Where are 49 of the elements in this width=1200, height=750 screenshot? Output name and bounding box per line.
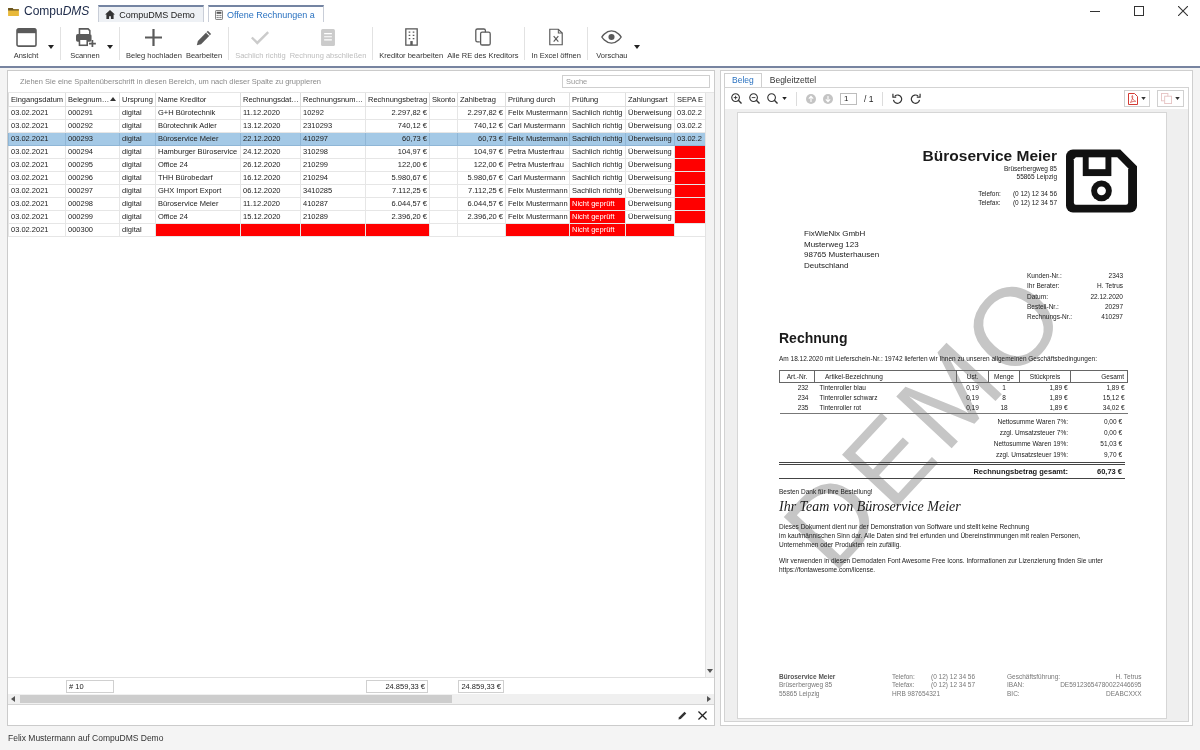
scroll-down-icon[interactable] — [707, 669, 713, 673]
home-icon — [105, 10, 116, 19]
eye-icon — [601, 30, 623, 44]
caret-icon — [1175, 97, 1180, 100]
scroll-left-icon[interactable] — [11, 696, 15, 702]
sort-ascending-icon — [110, 97, 116, 101]
spreadsheet-file-icon — [549, 28, 564, 46]
printer-icon — [74, 27, 96, 47]
document-tab[interactable]: Offene Rechnungen a — [207, 5, 324, 22]
document-icon — [321, 28, 335, 46]
close-icon[interactable] — [698, 710, 707, 720]
company-name: Büroservice Meier — [922, 147, 1057, 165]
building-icon — [404, 28, 418, 46]
pencil-icon[interactable] — [678, 710, 687, 720]
minimize-icon[interactable] — [1090, 10, 1100, 12]
horizontal-scrollbar[interactable] — [8, 694, 714, 704]
document-tab[interactable]: CompuDMS Demo — [98, 5, 204, 22]
app-title: CompuDMS — [24, 4, 90, 18]
recipient-address-line: 98765 Musterhausen — [804, 250, 880, 261]
page-count: / 1 — [864, 93, 874, 104]
copy-icon — [1161, 93, 1172, 104]
rotate-left-icon[interactable] — [892, 93, 904, 104]
folder-icon — [8, 7, 19, 16]
status-text: Felix Mustermann auf CompuDMS Demo — [8, 732, 164, 743]
file-icon — [1128, 92, 1138, 105]
recipient-address-line: Deutschland — [804, 260, 849, 271]
zoom-in-icon[interactable] — [731, 93, 742, 104]
page-number-field[interactable]: 1 — [840, 92, 857, 105]
copy-icon — [474, 28, 491, 46]
export-button[interactable] — [1124, 90, 1150, 107]
recipient-address-line: Musterweg 123 — [804, 239, 859, 250]
rotate-right-icon[interactable] — [910, 93, 922, 104]
vertical-scrollbar[interactable] — [705, 93, 714, 677]
preview-tab[interactable]: Begleitzettel — [761, 73, 825, 87]
scroll-right-icon[interactable] — [707, 696, 711, 702]
scrollbar-thumb[interactable] — [20, 695, 452, 703]
preview-tab[interactable]: Beleg — [724, 73, 762, 87]
calculator-icon — [214, 9, 223, 20]
plus-icon — [145, 28, 163, 46]
window-icon — [15, 27, 37, 47]
caret-icon[interactable] — [782, 97, 787, 100]
search-icon[interactable] — [767, 93, 778, 104]
recipient-address-line: FixWieNix GmbH — [804, 229, 866, 240]
maximize-icon[interactable] — [1134, 6, 1144, 16]
caret-icon — [1141, 97, 1146, 100]
close-icon[interactable] — [1178, 6, 1188, 16]
zoom-out-icon[interactable] — [749, 93, 760, 104]
check-icon — [250, 29, 271, 45]
pencil-icon — [195, 28, 213, 46]
